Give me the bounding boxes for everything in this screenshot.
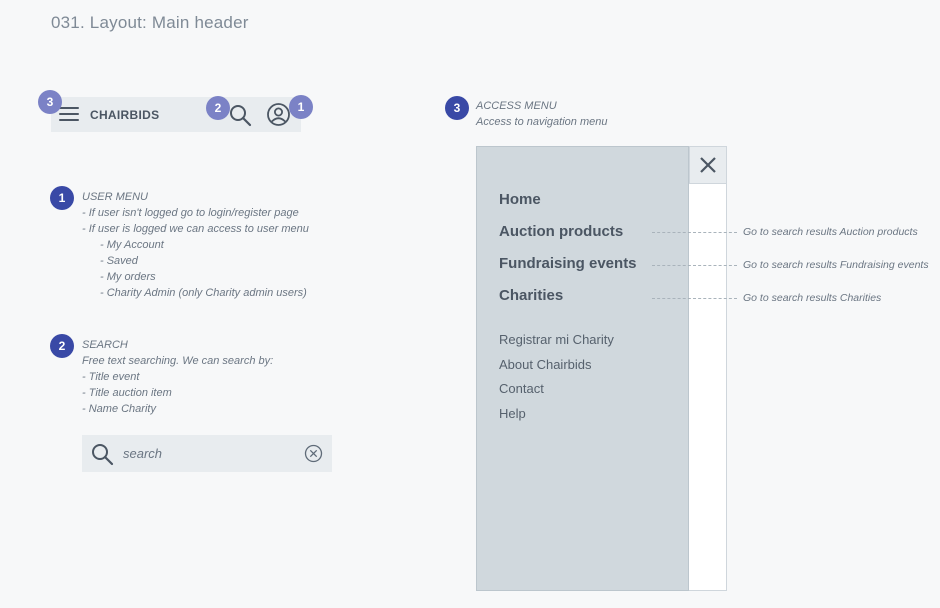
note-title: ACCESS MENU <box>476 100 557 112</box>
note-title: SEARCH <box>82 339 128 351</box>
note-title: USER MENU <box>82 191 149 203</box>
leader-line <box>652 265 737 266</box>
note-subline: - Saved <box>100 255 138 267</box>
menu-item-auction-products[interactable]: Auction products <box>499 223 623 240</box>
note-line: - Name Charity <box>82 403 156 415</box>
search-icon <box>92 444 114 466</box>
annotation-badge-menu: 3 <box>38 90 62 114</box>
page-title: 031. Layout: Main header <box>51 13 249 32</box>
note-subline: - My orders <box>100 271 156 283</box>
note-line: - Title event <box>82 371 140 383</box>
note-line: Free text searching. We can search by: <box>82 355 274 367</box>
leader-line <box>652 298 737 299</box>
link-note-auction: Go to search results Auction products <box>743 226 918 238</box>
search-badge: 2 <box>50 334 74 358</box>
access-menu-badge: 3 <box>445 96 469 120</box>
note-line: - If user is logged we can access to use… <box>82 223 309 235</box>
main-header <box>51 97 301 132</box>
user-menu-note: USER MENU - If user isn't logged go to l… <box>82 189 309 301</box>
menu-item-registrar-charity[interactable]: Registrar mi Charity <box>499 332 614 347</box>
menu-item-fundraising-events[interactable]: Fundraising events <box>499 255 637 272</box>
menu-item-about[interactable]: About Chairbids <box>499 357 592 372</box>
link-note-charities: Go to search results Charities <box>743 292 882 304</box>
menu-item-charities[interactable]: Charities <box>499 287 563 304</box>
close-button[interactable] <box>689 146 727 184</box>
user-icon[interactable] <box>266 102 291 127</box>
annotation-badge-search: 2 <box>206 96 230 120</box>
annotation-badge-user: 1 <box>289 95 313 119</box>
search-input[interactable]: search <box>123 446 162 461</box>
note-subtitle: Access to navigation menu <box>476 116 608 128</box>
note-subline: - My Account <box>100 239 164 251</box>
access-menu-note: ACCESS MENU Access to navigation menu <box>476 98 607 130</box>
menu-item-contact[interactable]: Contact <box>499 381 544 396</box>
clear-icon[interactable] <box>304 444 323 463</box>
hamburger-icon[interactable] <box>59 106 79 122</box>
link-note-fundraising: Go to search results Fundraising events <box>743 259 929 271</box>
user-menu-badge: 1 <box>50 186 74 210</box>
menu-item-help[interactable]: Help <box>499 406 526 421</box>
leader-line <box>652 232 737 233</box>
note-line: - Title auction item <box>82 387 172 399</box>
note-line: - If user isn't logged go to login/regis… <box>82 207 299 219</box>
menu-item-home[interactable]: Home <box>499 191 541 208</box>
brand-logo[interactable]: CHAIRBIDS <box>90 108 159 122</box>
search-field[interactable]: search <box>82 435 332 472</box>
note-subline: - Charity Admin (only Charity admin user… <box>100 287 307 299</box>
search-icon[interactable] <box>228 103 252 127</box>
search-note: SEARCH Free text searching. We can searc… <box>82 337 273 417</box>
close-icon <box>700 157 716 173</box>
